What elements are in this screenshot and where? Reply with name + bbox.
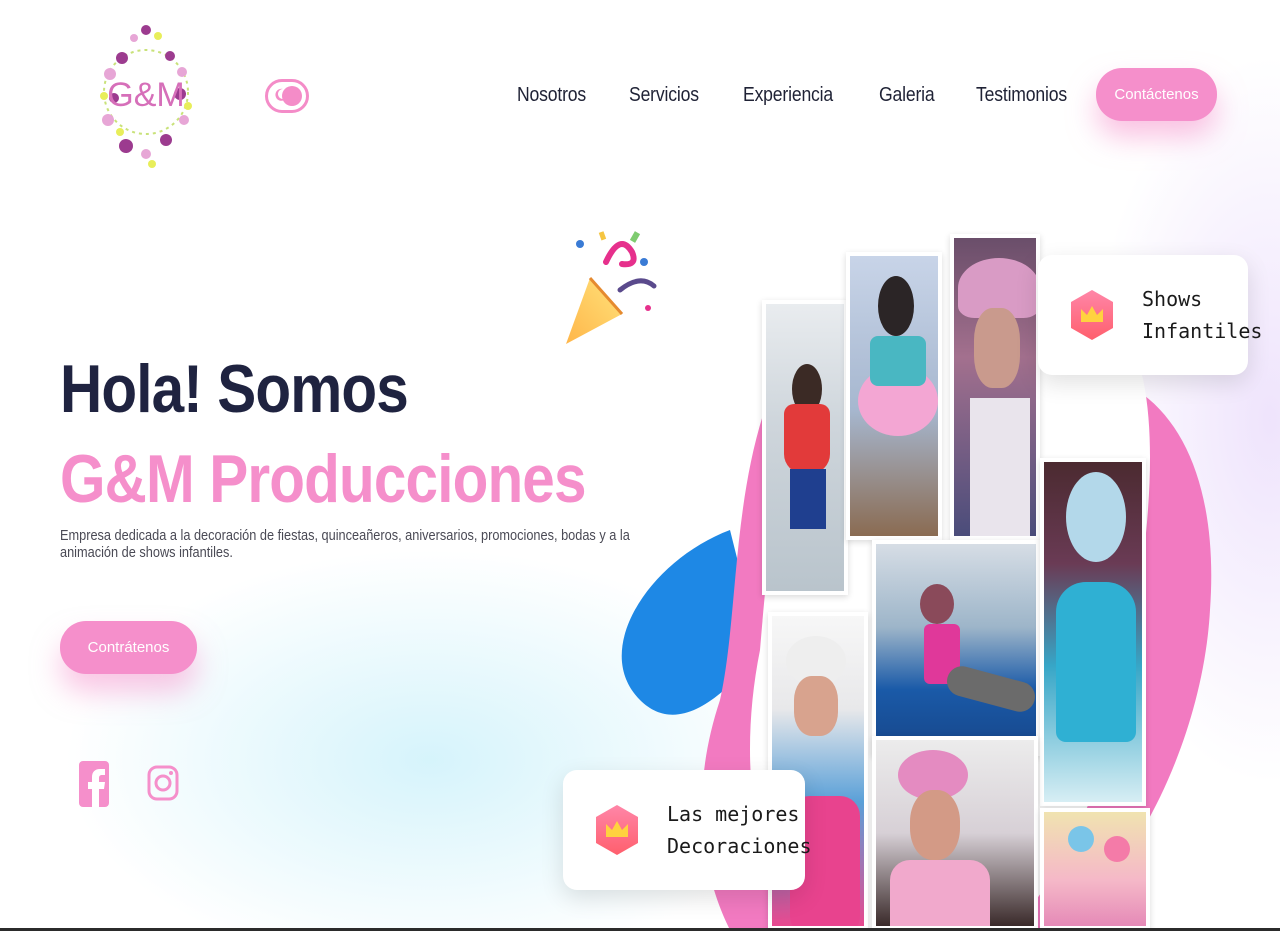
hero-brand: G&M Producciones — [60, 441, 587, 517]
landing-page: G&M Nosotros Servicios Experiencia Galer… — [0, 0, 1280, 931]
toggle-knob — [282, 86, 302, 106]
gallery-photo — [1040, 808, 1150, 930]
hero-description: Empresa dedicada a la decoración de fies… — [60, 527, 630, 561]
gallery-photo — [762, 300, 848, 595]
theme-toggle[interactable] — [265, 79, 309, 113]
crown-icon — [596, 805, 638, 855]
instagram-icon[interactable] — [146, 762, 180, 804]
facebook-icon[interactable] — [79, 761, 109, 807]
hero-title: Hola! Somos — [60, 351, 409, 427]
nav-servicios[interactable]: Servicios — [629, 84, 699, 107]
logo[interactable]: G&M — [92, 8, 200, 172]
main-nav: Nosotros Servicios Experiencia Galeria T… — [517, 84, 1080, 107]
gallery-photo — [950, 234, 1040, 540]
decoraciones-badge: Las mejores Decoraciones — [563, 770, 812, 890]
hire-button[interactable]: Contrátenos — [60, 621, 197, 674]
crown-icon — [1071, 290, 1113, 340]
gallery-photo — [872, 540, 1040, 756]
gallery-photo — [846, 252, 942, 540]
gallery-photo — [1040, 458, 1146, 806]
decoraciones-label: Las mejores Decoraciones — [667, 802, 812, 858]
svg-text:G&M: G&M — [107, 76, 184, 114]
shows-label: Shows Infantiles — [1142, 287, 1263, 343]
nav-experiencia[interactable]: Experiencia — [743, 84, 833, 107]
nav-nosotros[interactable]: Nosotros — [517, 84, 586, 107]
nav-testimonios[interactable]: Testimonios — [976, 84, 1067, 107]
nav-galeria[interactable]: Galeria — [879, 84, 935, 107]
shows-badge: Shows Infantiles — [1038, 255, 1262, 375]
contact-button[interactable]: Contáctenos — [1096, 68, 1217, 121]
gallery-photo — [872, 736, 1038, 930]
